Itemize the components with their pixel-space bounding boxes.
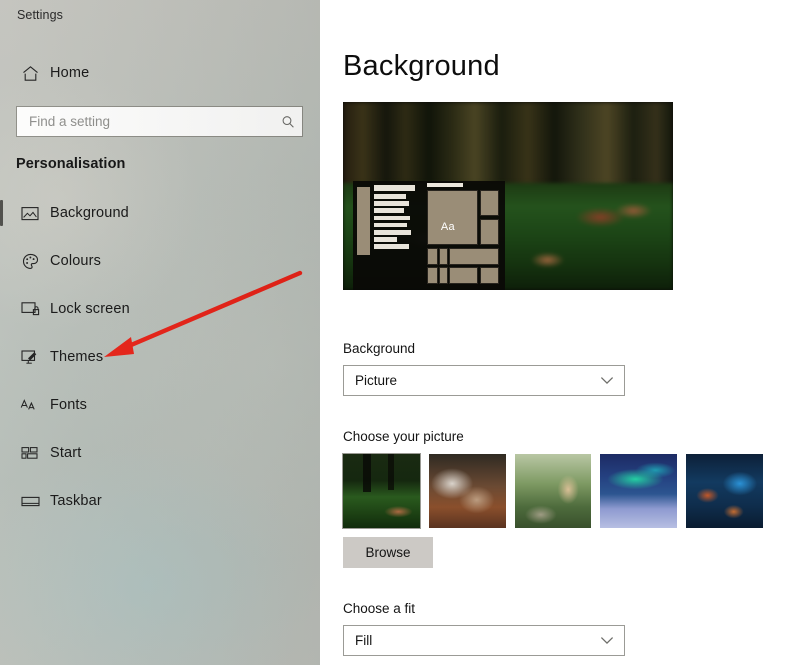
picture-thumbnail[interactable] bbox=[686, 454, 763, 528]
sidebar-section-header: Personalisation bbox=[16, 156, 126, 172]
start-menu-preview: Aa bbox=[352, 180, 505, 290]
tile-sample-text: Aa bbox=[440, 220, 455, 233]
lock-screen-icon bbox=[12, 301, 48, 317]
picture-thumbnail-list bbox=[342, 453, 763, 529]
sidebar-item-taskbar-label: Taskbar bbox=[50, 493, 102, 509]
sidebar-item-background[interactable]: Background bbox=[0, 193, 320, 233]
sidebar-item-taskbar[interactable]: Taskbar bbox=[0, 481, 320, 521]
home-icon bbox=[12, 65, 48, 82]
sidebar-item-start-label: Start bbox=[50, 445, 82, 461]
sidebar-item-colours-label: Colours bbox=[50, 253, 102, 269]
sidebar-item-themes-label: Themes bbox=[50, 349, 104, 365]
settings-window: Settings Home Find a setting Personalisa… bbox=[0, 0, 795, 665]
sidebar-item-lock-screen[interactable]: Lock screen bbox=[0, 289, 320, 329]
sidebar-item-home-label: Home bbox=[50, 65, 90, 81]
fonts-icon bbox=[12, 398, 48, 413]
search-placeholder: Find a setting bbox=[29, 114, 111, 129]
annotation-arrow bbox=[104, 270, 303, 357]
sidebar-item-colours[interactable]: Colours bbox=[0, 241, 320, 281]
page-title: Background bbox=[343, 50, 500, 82]
sidebar-item-lock-screen-label: Lock screen bbox=[50, 301, 130, 317]
sidebar: Settings Home Find a setting Personalisa… bbox=[0, 0, 320, 665]
background-type-select[interactable]: Picture bbox=[343, 365, 625, 396]
start-app-list bbox=[374, 185, 416, 285]
palette-icon bbox=[12, 253, 48, 270]
chevron-down-icon bbox=[590, 376, 624, 385]
background-type-value: Picture bbox=[355, 373, 398, 388]
sidebar-item-fonts[interactable]: Fonts bbox=[0, 385, 320, 425]
themes-icon bbox=[12, 349, 48, 366]
selection-indicator bbox=[0, 200, 3, 226]
start-tiles-icon bbox=[12, 446, 48, 461]
search-input[interactable]: Find a setting bbox=[16, 106, 303, 137]
sidebar-item-home[interactable]: Home bbox=[0, 53, 320, 93]
picture-thumbnail[interactable] bbox=[600, 454, 678, 528]
picture-thumbnail[interactable] bbox=[342, 453, 421, 529]
search-icon bbox=[274, 115, 302, 129]
sidebar-item-fonts-label: Fonts bbox=[50, 397, 88, 413]
sidebar-item-themes[interactable]: Themes bbox=[0, 337, 320, 377]
start-rail bbox=[356, 187, 371, 283]
desktop-preview: Aa bbox=[343, 102, 673, 290]
chevron-down-icon bbox=[590, 636, 624, 645]
sidebar-item-start[interactable]: Start bbox=[0, 433, 320, 473]
taskbar-icon bbox=[12, 495, 48, 508]
app-title: Settings bbox=[17, 8, 63, 22]
fit-value: Fill bbox=[355, 633, 373, 648]
sidebar-item-background-label: Background bbox=[50, 205, 129, 221]
start-tiles-group: Aa bbox=[424, 183, 500, 288]
browse-button[interactable]: Browse bbox=[343, 537, 433, 568]
picture-icon bbox=[12, 206, 48, 221]
choose-fit-label: Choose a fit bbox=[343, 601, 416, 616]
choose-picture-label: Choose your picture bbox=[343, 429, 464, 444]
background-field-label: Background bbox=[343, 341, 416, 356]
fit-select[interactable]: Fill bbox=[343, 625, 625, 656]
picture-thumbnail[interactable] bbox=[514, 454, 592, 528]
main-content: Background Aa Background Picture Choose … bbox=[320, 0, 795, 665]
picture-thumbnail[interactable] bbox=[428, 454, 506, 528]
